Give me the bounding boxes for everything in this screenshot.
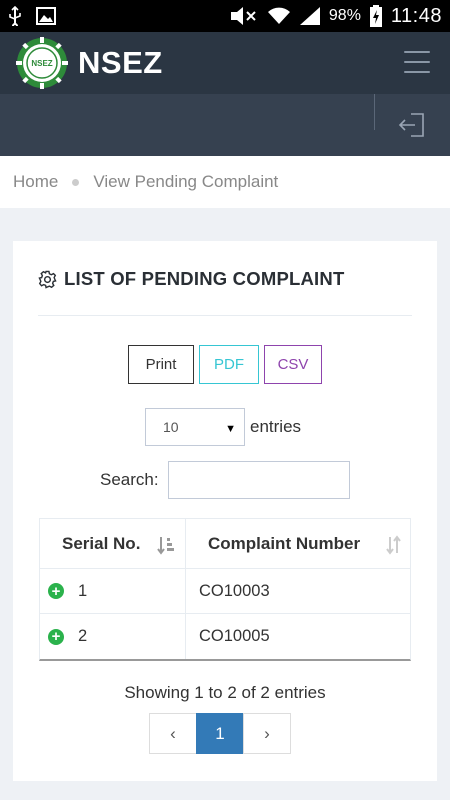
pagination-prev-button[interactable]: ‹ <box>149 713 197 754</box>
usb-icon <box>9 6 21 26</box>
complaints-table: Serial No. Complaint Number + 1 CO10003 … <box>39 518 411 661</box>
sort-descending-icon <box>157 537 174 555</box>
hamburger-icon-line <box>404 51 430 53</box>
breadcrumb-home[interactable]: Home <box>13 172 58 192</box>
pagination-next-button[interactable]: › <box>243 713 291 754</box>
card-title-text: LIST OF PENDING COMPLAINT <box>64 268 345 289</box>
breadcrumb: Home View Pending Complaint <box>0 156 450 208</box>
search-label: Search: <box>100 470 159 489</box>
hamburger-icon-line <box>404 71 430 73</box>
column-header-serial[interactable]: Serial No. <box>40 519 186 568</box>
cell-serial: + 2 <box>40 614 186 659</box>
table-row[interactable]: + 1 CO10003 <box>40 569 410 614</box>
menu-button[interactable] <box>404 51 430 73</box>
column-header-complaint[interactable]: Complaint Number <box>186 519 410 568</box>
pagination-page-1[interactable]: 1 <box>196 713 244 754</box>
status-bar: 98% 11:48 <box>0 0 450 32</box>
complaint-list-card: LIST OF PENDING COMPLAINT Print PDF CSV … <box>13 241 437 781</box>
table-row[interactable]: + 2 CO10005 <box>40 614 410 659</box>
pagination: ‹ 1 › <box>149 713 291 754</box>
entries-label: entries <box>250 417 302 436</box>
gallery-icon <box>36 7 56 25</box>
breadcrumb-current: View Pending Complaint <box>93 172 279 191</box>
mute-icon <box>230 7 256 25</box>
entries-length-control: 10 ▼ entries <box>145 408 301 446</box>
app-header: NSEZ NSEZ <box>0 32 450 94</box>
expand-plus-icon[interactable]: + <box>48 628 64 645</box>
wifi-icon <box>267 7 290 24</box>
sort-both-icon <box>386 535 401 555</box>
hamburger-icon-line <box>404 61 430 63</box>
top-menu-bar <box>0 94 450 156</box>
card-title: LIST OF PENDING COMPLAINT <box>38 268 344 290</box>
battery-charging-icon <box>369 5 382 27</box>
signal-icon <box>299 7 320 25</box>
breadcrumb-separator <box>72 178 80 186</box>
clock: 11:48 <box>390 4 442 27</box>
svg-text:NSEZ: NSEZ <box>31 59 52 68</box>
expand-plus-icon[interactable]: + <box>48 583 64 599</box>
table-header-row: Serial No. Complaint Number <box>40 519 410 569</box>
print-button[interactable]: Print <box>128 345 194 384</box>
nsez-logo[interactable]: NSEZ <box>16 37 68 89</box>
column-header-label: Complaint Number <box>208 533 361 553</box>
app-title: NSEZ <box>78 45 163 80</box>
entries-select[interactable]: 10 ▼ <box>145 408 245 446</box>
gear-icon <box>38 270 57 289</box>
search-input[interactable] <box>167 461 350 499</box>
entries-select-value: 10 <box>163 419 179 435</box>
serial-number: 1 <box>78 581 88 600</box>
column-header-label: Serial No. <box>62 533 141 553</box>
cell-complaint-number: CO10003 <box>199 581 270 600</box>
cell-complaint-number: CO10005 <box>199 627 270 645</box>
search-control: Search: <box>100 461 350 499</box>
pdf-button[interactable]: PDF <box>199 345 259 384</box>
battery-percent: 98% <box>328 7 361 24</box>
serial-number: 2 <box>78 627 88 645</box>
logout-icon[interactable] <box>398 112 426 138</box>
menu-divider <box>374 94 375 130</box>
cell-serial: + 1 <box>40 569 186 613</box>
csv-button[interactable]: CSV <box>264 345 322 384</box>
card-divider <box>38 315 412 316</box>
table-info: Showing 1 to 2 of 2 entries <box>124 683 326 702</box>
caret-down-icon: ▼ <box>225 423 236 435</box>
